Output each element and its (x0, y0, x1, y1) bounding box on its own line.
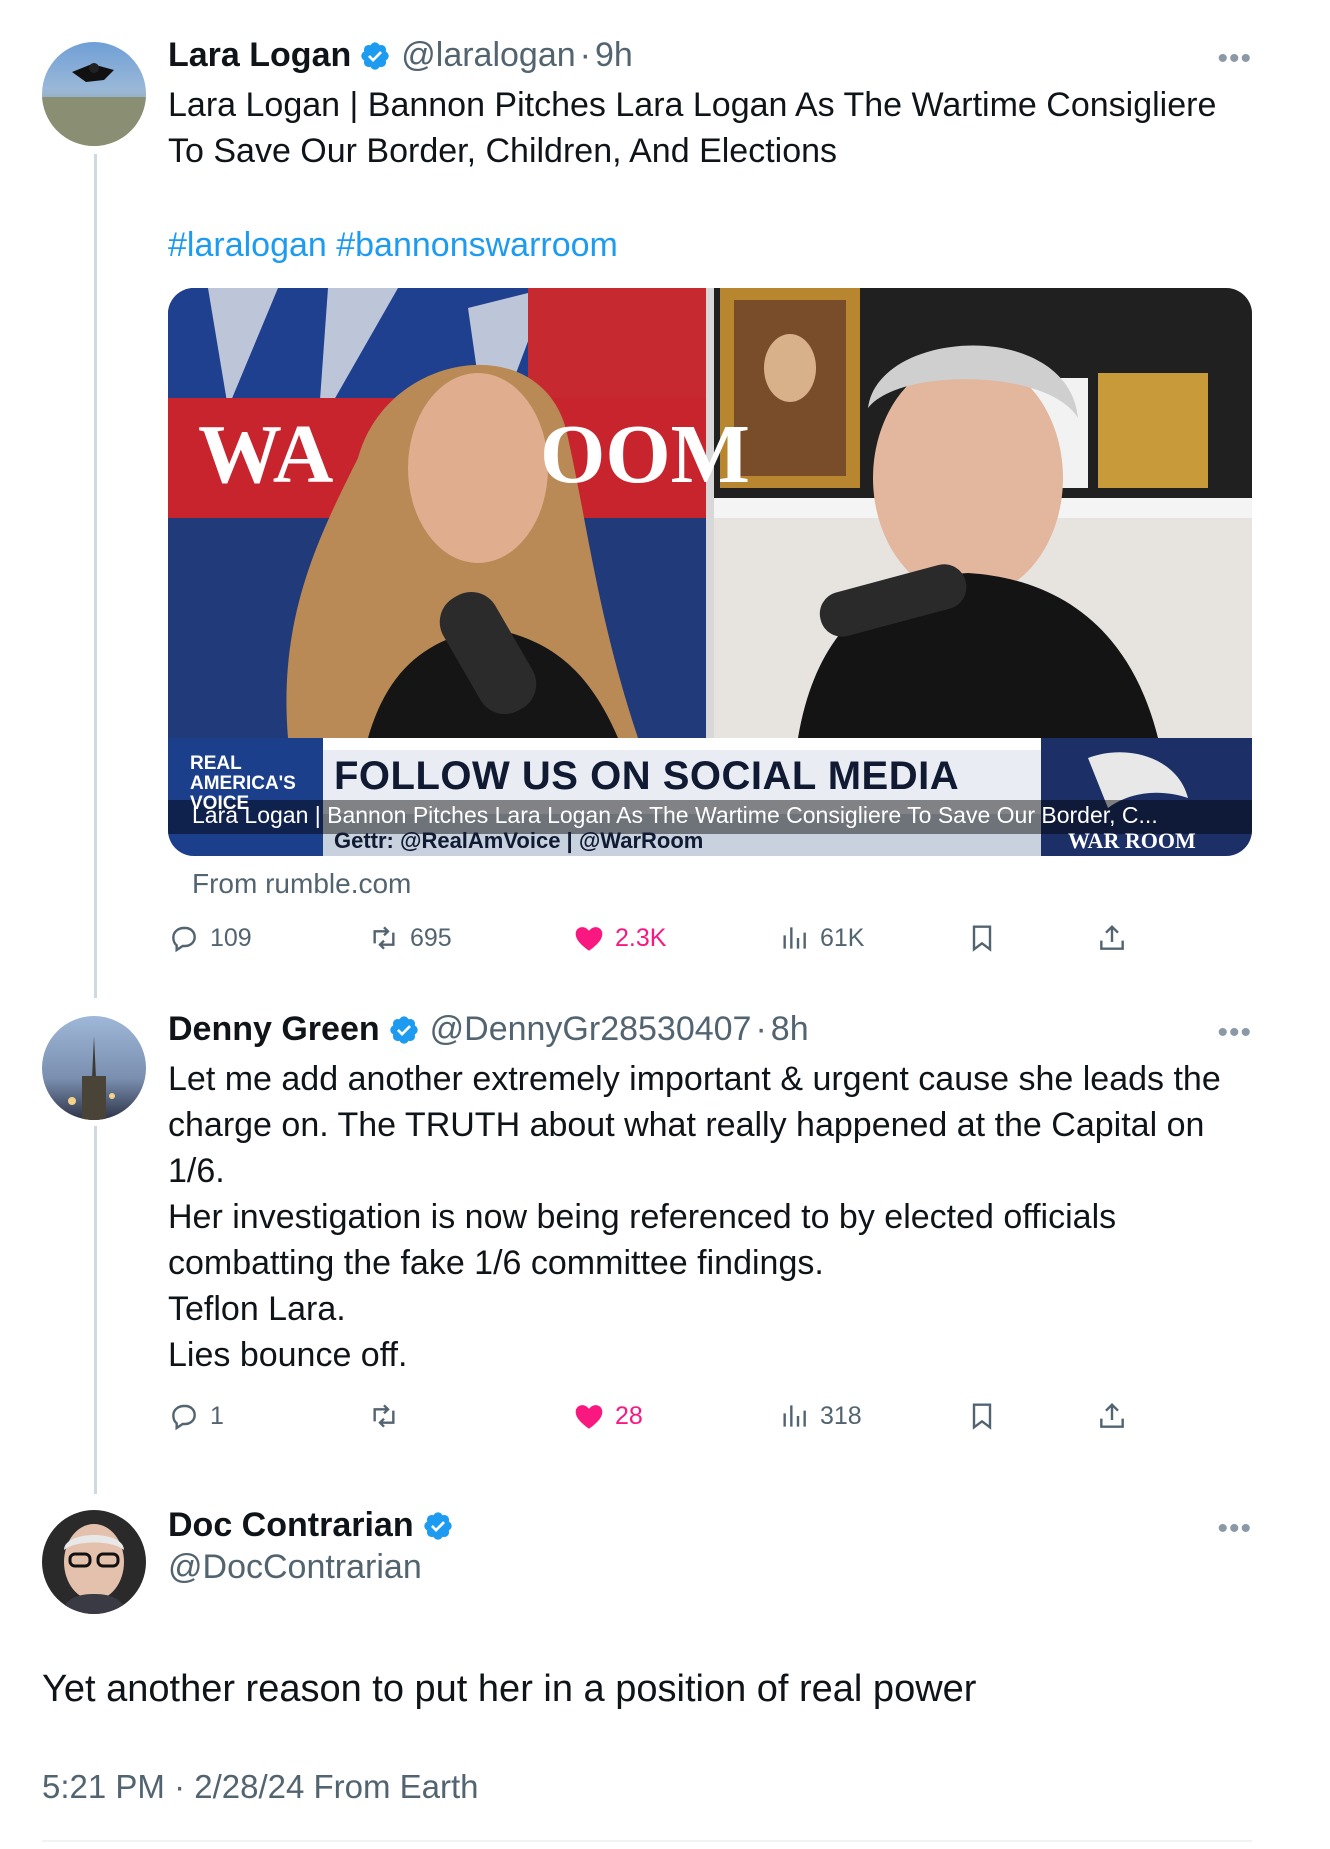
share-button[interactable] (1096, 1400, 1138, 1432)
views-button[interactable]: 61K (778, 922, 864, 954)
bookmark-button[interactable] (966, 922, 1008, 954)
thread-line-2 (94, 1126, 97, 1494)
more-options-icon[interactable]: ••• (1217, 1512, 1252, 1546)
tweet-1-text: Lara Logan | Bannon Pitches Lara Logan A… (168, 86, 1217, 170)
tweet-1-header: Lara Logan @laralogan · 9h (168, 36, 633, 75)
views-button[interactable]: 318 (778, 1400, 862, 1432)
repost-button[interactable]: 695 (368, 922, 452, 954)
banner-subtext: Gettr: @RealAmVoice | @WarRoom (334, 828, 704, 853)
like-count: 28 (615, 1401, 643, 1430)
repost-icon (373, 926, 395, 950)
verified-badge-icon (359, 40, 391, 72)
banner-headline: FOLLOW US ON SOCIAL MEDIA (334, 754, 960, 798)
thread-line-1 (94, 154, 97, 998)
views-count: 61K (820, 923, 865, 952)
heart-filled-icon (575, 1405, 603, 1429)
tweet-2-header: Denny Green @DennyGr28530407 · 8h (168, 1010, 809, 1049)
views-count: 318 (820, 1401, 862, 1430)
avatar-doc-contrarian[interactable] (42, 1510, 146, 1614)
warroom-left-text: WA (198, 408, 334, 501)
tweet-2-line-1: Let me add another extremely important &… (168, 1060, 1221, 1190)
tweet-time[interactable]: 8h (771, 1010, 809, 1049)
avatar-lara-logan[interactable] (42, 42, 146, 146)
repost-icon (373, 1404, 395, 1428)
video-caption: Lara Logan | Bannon Pitches Lara Logan A… (192, 802, 1158, 828)
more-options-icon[interactable]: ••• (1217, 1016, 1252, 1050)
tweet-1-hashtags[interactable]: #laralogan #bannonswarroom (168, 222, 1248, 268)
share-icon (1100, 924, 1124, 950)
reply-count: 1 (210, 1401, 224, 1430)
share-button[interactable] (1096, 922, 1138, 954)
reply-count: 109 (210, 923, 252, 952)
warroom-logo-text: WAR ROOM (1068, 828, 1196, 853)
more-options-icon[interactable]: ••• (1217, 42, 1252, 76)
tweet-3-handle-row: @DocContrarian (168, 1548, 422, 1587)
dot-separator: · (579, 36, 591, 74)
reply-button[interactable]: 1 (168, 1400, 224, 1432)
bookmark-icon (972, 925, 992, 952)
author-handle[interactable]: @DocContrarian (168, 1548, 422, 1587)
card-source[interactable]: From rumble.com (192, 868, 411, 900)
tweet-2-actions: 1 28 318 (168, 1400, 1148, 1440)
views-icon (783, 927, 806, 949)
tweet-3-name-row: Doc Contrarian (168, 1506, 454, 1545)
tweet-2-line-2: Her investigation is now being reference… (168, 1198, 1117, 1282)
reply-icon (172, 1404, 196, 1431)
heart-filled-icon (575, 927, 603, 951)
views-icon (783, 1405, 806, 1427)
tweet-1-actions: 109 695 2.3K 61K (168, 922, 1148, 962)
author-name[interactable]: Lara Logan (168, 36, 351, 75)
tweet-time[interactable]: 9h (595, 36, 633, 75)
reply-icon (172, 926, 196, 953)
bookmark-icon (972, 1403, 992, 1430)
reply-button[interactable]: 109 (168, 922, 252, 954)
like-button[interactable]: 2.3K (573, 922, 666, 954)
tweet-2-text: Let me add another extremely important &… (168, 1056, 1248, 1378)
bookmark-button[interactable] (966, 1400, 1008, 1432)
verified-badge-icon (422, 1510, 454, 1542)
like-button[interactable]: 28 (573, 1400, 643, 1432)
dot-separator: · (755, 1010, 767, 1048)
repost-button[interactable] (368, 1400, 410, 1432)
main-tweet-text: Yet another reason to put her in a posit… (42, 1668, 977, 1710)
warroom-right-text: OOM (540, 408, 750, 501)
repost-count: 695 (410, 923, 452, 952)
author-handle[interactable]: @DennyGr28530407 (430, 1010, 752, 1049)
avatar-denny-green[interactable] (42, 1016, 146, 1120)
like-count: 2.3K (615, 923, 667, 952)
author-handle[interactable]: @laralogan (401, 36, 575, 75)
verified-badge-icon (388, 1014, 420, 1046)
share-icon (1100, 1402, 1124, 1428)
tweet-2-line-3: Teflon Lara. (168, 1290, 346, 1328)
divider (42, 1840, 1252, 1842)
tweet-2-line-4: Lies bounce off. (168, 1336, 408, 1374)
author-name[interactable]: Doc Contrarian (168, 1506, 414, 1545)
tweet-timestamp[interactable]: 5:21 PM · 2/28/24 From Earth (42, 1768, 479, 1806)
video-card[interactable]: WA OOM REAL AMERICA'S VOICE FOLLOW US ON… (168, 288, 1252, 856)
author-name[interactable]: Denny Green (168, 1010, 380, 1049)
